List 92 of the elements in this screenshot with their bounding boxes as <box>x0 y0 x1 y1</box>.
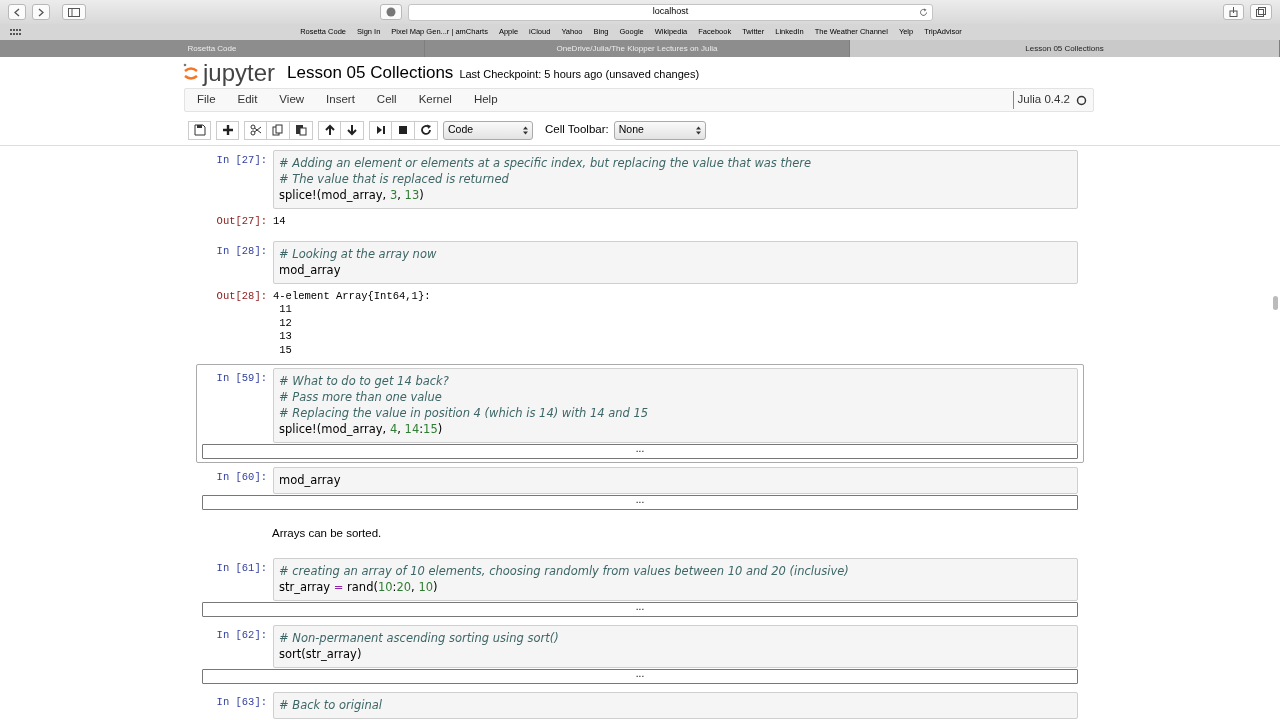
sidebar-button[interactable] <box>62 4 86 20</box>
input-prompt: In [28]: <box>215 243 268 259</box>
stop-button[interactable] <box>392 120 415 140</box>
code-line: splice!(mod_array, 3, 13) <box>279 187 425 203</box>
code-input[interactable]: # creating an array of 10 elements, choosing randomly from values between 10 and 20 (inclusive) str_array = rand(10:20, 10) <box>273 557 1078 601</box>
input-prompt: In [63]: <box>215 694 268 710</box>
forward-button[interactable] <box>32 4 50 20</box>
code-line: # Replacing the value in position 4 (which is 14) with 14 and 15 <box>279 405 650 422</box>
input-prompt: In [59]: <box>215 371 268 387</box>
notebook-title[interactable]: Lesson 05 Collections <box>287 59 454 86</box>
privacy-button[interactable] <box>380 4 402 20</box>
menu-item[interactable]: Edit <box>237 91 258 109</box>
cell-toolbar-label: Cell Toolbar: <box>545 122 609 138</box>
code-line: # The value that is replaced is returned <box>279 171 510 187</box>
reload-icon <box>919 7 928 17</box>
code-line: sort(str_array) <box>279 645 363 662</box>
menu-item[interactable]: Kernel <box>418 91 452 109</box>
kernel-name: Julia 0.4.2 <box>1012 91 1070 109</box>
code-line: # Back to original <box>279 696 384 713</box>
code-line: splice!(mod_array, 4, 14:15) <box>279 421 444 438</box>
down-arrow-icon <box>346 124 358 136</box>
menu-item[interactable]: Cell <box>376 91 397 109</box>
up-arrow-button[interactable] <box>318 120 341 140</box>
share-button[interactable] <box>1223 4 1244 20</box>
menu-item[interactable]: File <box>197 91 216 109</box>
code-input[interactable]: # Non-permanent ascending sorting using sort() sort(str_array) <box>273 624 1078 668</box>
code-input[interactable]: # Looking at the array now mod_array <box>273 240 1078 284</box>
collapsed-output[interactable]: ... <box>202 668 1078 684</box>
collapsed-output[interactable]: ... <box>202 601 1078 617</box>
menu-item[interactable]: Insert <box>326 91 355 109</box>
tabs-button[interactable] <box>1250 4 1272 20</box>
code-input[interactable]: # What to do to get 14 back? # Pass more than one value # Replacing the value in position 4 (which is 14) with 14 and 15 splice!(mod_array, 4, 14:15) <box>273 368 1078 444</box>
input-prompt: In [60]: <box>215 470 268 486</box>
scissors-button[interactable] <box>244 120 267 140</box>
cell-type-dropdown[interactable]: Code <box>443 120 533 140</box>
code-line: # Pass more than one value <box>279 389 443 406</box>
menu-item[interactable]: View <box>279 91 305 109</box>
code-line: # Adding an element or elements at a specific index, but replacing the value that was there <box>279 155 813 171</box>
dot-icon <box>386 7 396 17</box>
down-arrow-button[interactable] <box>341 120 364 140</box>
save-icon <box>193 124 206 136</box>
input-prompt: In [27]: <box>215 153 268 168</box>
collapsed-output[interactable]: ... <box>202 444 1078 460</box>
back-icon <box>14 7 20 17</box>
grid-icon[interactable] <box>10 28 22 36</box>
save-button[interactable] <box>188 120 211 140</box>
menu-item[interactable]: Help <box>473 91 498 109</box>
logo-text[interactable]: jupyter <box>203 60 276 85</box>
restart-button[interactable] <box>415 120 438 140</box>
back-button[interactable] <box>8 4 26 20</box>
paste-button[interactable] <box>290 120 313 140</box>
paste-icon <box>295 124 307 136</box>
code-line: # What to do to get 14 back? <box>279 373 450 390</box>
output-text: 4-element Array{Int64,1}: 11 12 13 15 <box>273 288 431 358</box>
cell-toolbar-dropdown[interactable]: None <box>613 120 706 140</box>
checkpoint-text: Last Checkpoint: 5 hours ago (unsaved changes) <box>459 66 700 82</box>
input-prompt: In [61]: <box>215 560 268 576</box>
output-text: 14 <box>273 214 286 229</box>
copy-icon <box>272 124 284 136</box>
code-line: mod_array <box>279 261 342 278</box>
updown-caret-icon <box>523 125 528 135</box>
code-line: # Looking at the array now <box>279 245 438 262</box>
jupyter-logo-icon <box>183 62 199 83</box>
collapsed-output[interactable]: ... <box>202 495 1078 511</box>
step-forward-icon <box>374 124 387 136</box>
plus-button[interactable] <box>216 120 239 140</box>
output-prompt: Out[27]: <box>215 214 268 229</box>
code-input[interactable]: # Adding an element or elements at a specific index, but replacing the value that was there # The value that is replaced is returned splice!(mod_array, 3, 13) <box>273 150 1078 209</box>
input-prompt: In [62]: <box>215 627 268 643</box>
code-input[interactable]: # Back to original <box>273 691 1078 719</box>
scissors-icon <box>249 124 262 136</box>
output-prompt: Out[28]: <box>215 288 268 304</box>
markdown-text: Arrays can be sorted. <box>271 526 383 542</box>
restart-icon <box>420 124 432 136</box>
up-arrow-icon <box>323 124 336 136</box>
sidebar-icon <box>68 7 80 17</box>
copy-button[interactable] <box>267 120 290 140</box>
tabs-icon <box>1256 7 1266 17</box>
code-line: # creating an array of 10 elements, choosing randomly from values between 10 and 20 (inclusive) <box>279 562 850 579</box>
step-forward-button[interactable] <box>369 120 392 140</box>
stop-icon <box>397 124 409 136</box>
forward-icon <box>38 7 44 17</box>
updown-caret-icon <box>695 125 701 135</box>
address-field[interactable]: localhost <box>408 3 933 21</box>
plus-icon <box>221 124 234 136</box>
code-line: mod_array <box>279 472 342 489</box>
share-icon <box>1229 7 1238 17</box>
browser-tab[interactable]: Lesson 05 Collections <box>850 40 1280 57</box>
code-input[interactable]: mod_array <box>273 467 1078 495</box>
scrollbar-thumb[interactable] <box>1273 296 1278 310</box>
code-line: # Non-permanent ascending sorting using sort() <box>279 629 560 646</box>
code-line: str_array = rand(10:20, 10) <box>279 578 439 595</box>
